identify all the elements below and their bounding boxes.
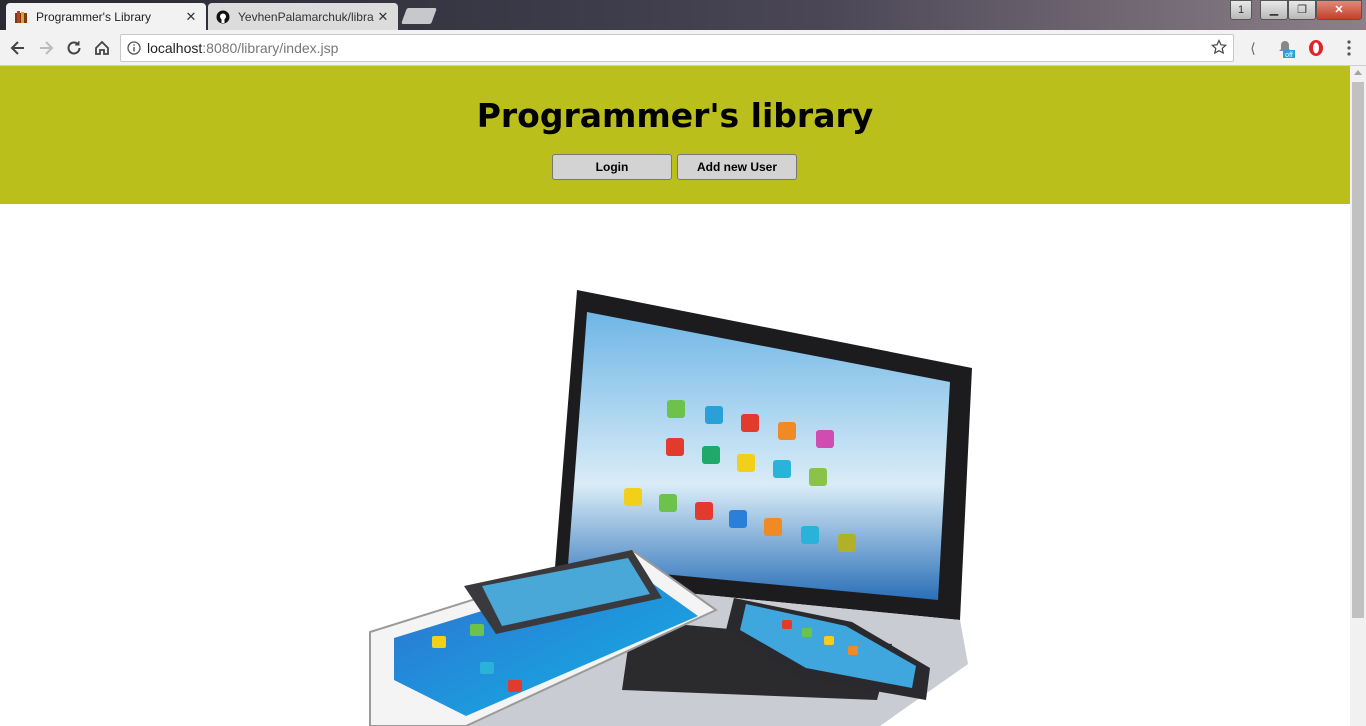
restore-icon[interactable]: ❐ [1288,0,1316,20]
tab-programmers-library[interactable]: Programmer's Library ✕ [6,3,206,30]
devices-hero-image [369,290,972,726]
window-close-icon[interactable]: ✕ [1316,0,1362,20]
tab-close-icon[interactable]: ✕ [184,9,198,25]
reload-icon[interactable] [62,36,86,60]
page-viewport: Programmer's library Login Add new User [0,66,1350,726]
address-bar[interactable]: localhost :8080/library/index.jsp [120,34,1234,62]
scroll-up-icon[interactable] [1354,70,1362,75]
info-icon[interactable] [121,41,147,55]
add-user-button[interactable]: Add new User [677,154,797,180]
forward-icon[interactable] [34,36,58,60]
bookmark-star-icon[interactable] [1211,39,1227,58]
browser-toolbar: localhost :8080/library/index.jsp ⟨ off [0,30,1366,66]
new-tab-button[interactable] [401,8,437,24]
url-host: localhost [147,40,203,56]
login-button[interactable]: Login [552,154,672,180]
window-profile-badge[interactable]: 1 [1230,0,1252,20]
page-scrollbar[interactable] [1350,66,1366,726]
url-path: :8080/library/index.jsp [202,40,339,56]
back-icon[interactable] [6,36,30,60]
github-icon [216,10,230,24]
tab-github[interactable]: YevhenPalamarchuk/libra ✕ [208,3,398,30]
library-favicon-icon [15,11,27,23]
home-icon[interactable] [90,36,114,60]
minimize-icon[interactable]: ▁ [1260,0,1288,20]
tab-label: YevhenPalamarchuk/libra [238,9,374,24]
menu-icon[interactable] [1338,37,1360,59]
extension-bracket-icon[interactable]: ⟨ [1242,37,1264,59]
extension-bell-icon[interactable]: off [1274,37,1296,59]
tab-label: Programmer's Library [36,9,151,24]
extension-off-badge: off [1285,52,1293,58]
tab-close-icon[interactable]: ✕ [376,9,390,25]
page-title: Programmer's library [476,96,874,135]
scrollbar-thumb[interactable] [1352,82,1364,618]
browser-titlebar: Programmer's Library ✕ YevhenPalamarchuk… [0,0,1366,30]
page-header: Programmer's library Login Add new User [0,66,1350,204]
opera-icon[interactable] [1305,37,1327,59]
